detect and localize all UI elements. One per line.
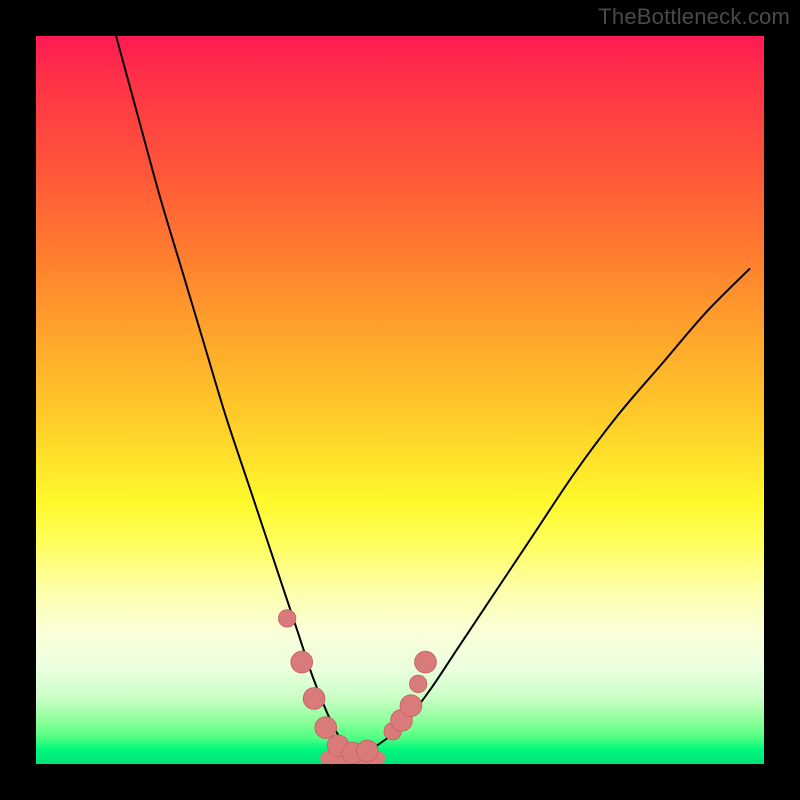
marker-layer [279,610,437,764]
marker-dot [410,675,427,692]
marker-dot [303,688,325,710]
marker-dot [291,651,313,673]
marker-dot [356,740,378,762]
marker-dot [279,610,296,627]
bottleneck-curve [116,36,749,757]
marker-dot [315,717,337,739]
curve-layer [36,36,764,764]
watermark-text: TheBottleneck.com [598,4,790,30]
marker-dot [400,695,422,717]
marker-dot [415,651,437,673]
chart-frame: TheBottleneck.com [0,0,800,800]
plot-area [36,36,764,764]
